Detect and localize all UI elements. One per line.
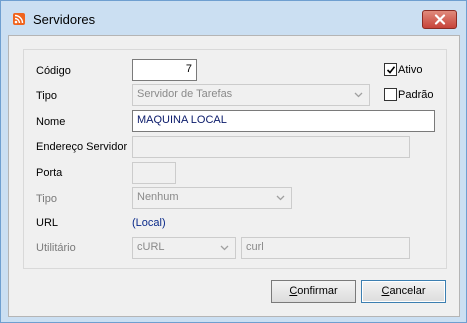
tipo-select: Servidor de Tarefas bbox=[132, 84, 370, 106]
utilitario-select: cURL bbox=[132, 237, 236, 259]
url-label: URL bbox=[36, 217, 59, 229]
porta-label: Porta bbox=[36, 167, 63, 179]
padrao-checkbox[interactable] bbox=[384, 88, 397, 101]
codigo-input[interactable]: 7 bbox=[132, 59, 197, 81]
cancel-button-label: ancelar bbox=[389, 285, 426, 297]
confirm-button[interactable]: Confirmar bbox=[271, 280, 356, 303]
padrao-label[interactable]: Padrão bbox=[398, 89, 433, 101]
confirm-button-label: onfirmar bbox=[297, 285, 338, 297]
form-group bbox=[23, 49, 447, 269]
tipo2-select: Nenhum bbox=[132, 187, 292, 209]
tipo-select-value: Servidor de Tarefas bbox=[137, 88, 233, 100]
close-icon bbox=[434, 14, 446, 25]
title-bar[interactable]: Servidores bbox=[1, 1, 466, 35]
dialog-window: Servidores Código 7 Ativo Tipo Servidor … bbox=[0, 0, 467, 323]
tipo2-label: Tipo bbox=[36, 193, 57, 205]
utilitario-label: Utilitário bbox=[36, 242, 76, 254]
url-value: (Local) bbox=[132, 217, 166, 229]
cancel-button[interactable]: Cancelar bbox=[361, 280, 446, 303]
chevron-down-icon bbox=[354, 92, 363, 98]
endereco-input bbox=[132, 136, 410, 158]
endereco-label: Endereço Servidor bbox=[36, 141, 128, 153]
ativo-label[interactable]: Ativo bbox=[398, 64, 422, 76]
check-icon bbox=[386, 66, 396, 74]
close-button[interactable] bbox=[422, 10, 457, 29]
nome-input[interactable]: MAQUINA LOCAL bbox=[132, 110, 435, 132]
ativo-checkbox[interactable] bbox=[384, 63, 397, 76]
window-title: Servidores bbox=[33, 12, 96, 27]
dialog-body: Código 7 Ativo Tipo Servidor de Tarefas … bbox=[8, 35, 460, 317]
tipo2-select-value: Nenhum bbox=[137, 191, 179, 203]
utilitario-input: curl bbox=[241, 237, 410, 259]
rss-icon bbox=[13, 13, 25, 25]
codigo-label: Código bbox=[36, 65, 71, 77]
nome-label: Nome bbox=[36, 116, 66, 128]
chevron-down-icon bbox=[220, 245, 229, 251]
porta-input bbox=[132, 162, 176, 184]
tipo-label: Tipo bbox=[36, 90, 57, 102]
utilitario-select-value: cURL bbox=[137, 241, 165, 253]
chevron-down-icon bbox=[276, 195, 285, 201]
